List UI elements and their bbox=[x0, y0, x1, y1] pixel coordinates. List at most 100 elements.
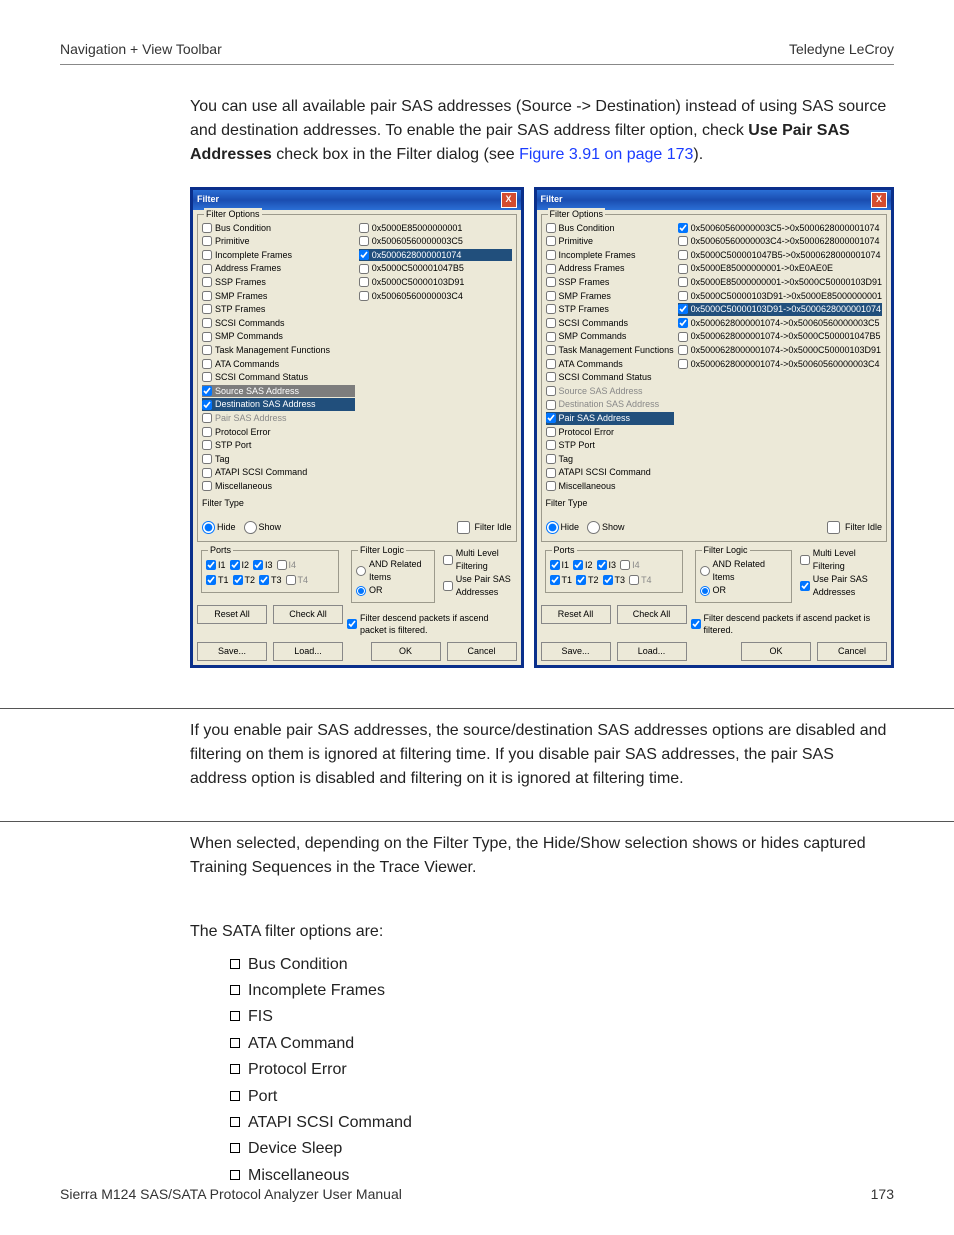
filter-option-item[interactable]: SMP Commands bbox=[202, 330, 355, 343]
port-checkbox[interactable]: I1 bbox=[206, 559, 226, 572]
filter-logic-and[interactable]: AND Related Items bbox=[700, 558, 787, 583]
filter-option-item[interactable]: SCSI Command Status bbox=[202, 371, 355, 384]
port-checkbox[interactable]: T3 bbox=[603, 574, 626, 587]
filter-option-item[interactable]: ATA Commands bbox=[546, 358, 674, 371]
filter-descend-checkbox[interactable]: Filter descend packets if ascend packet … bbox=[347, 612, 517, 637]
multi-level-filtering-checkbox[interactable]: Multi Level Filtering bbox=[443, 547, 517, 572]
filter-option-item[interactable]: SSP Frames bbox=[546, 276, 674, 289]
multi-level-filtering-checkbox[interactable]: Multi Level Filtering bbox=[800, 547, 887, 572]
filter-option-item[interactable]: Address Frames bbox=[202, 262, 355, 275]
load-button[interactable]: Load... bbox=[617, 642, 687, 661]
filter-option-item[interactable]: Protocol Error bbox=[202, 426, 355, 439]
address-item[interactable]: 0x5000E85000000001 bbox=[359, 222, 512, 235]
port-checkbox[interactable]: I3 bbox=[597, 559, 617, 572]
close-icon[interactable]: X bbox=[501, 192, 517, 208]
address-item[interactable]: 0x5000C50000103D91->0x5000E85000000001 bbox=[678, 290, 882, 303]
filter-option-item[interactable]: STP Frames bbox=[546, 303, 674, 316]
address-item[interactable]: 0x50060560000003C5->0x5000628000001074 bbox=[678, 222, 882, 235]
filter-idle-checkbox[interactable]: Filter Idle bbox=[823, 518, 882, 537]
port-checkbox[interactable]: I4 bbox=[620, 559, 640, 572]
reset-all-button[interactable]: Reset All bbox=[197, 605, 267, 624]
address-item[interactable]: 0x5000628000001074->0x50060560000003C5 bbox=[678, 317, 882, 330]
port-checkbox[interactable]: T4 bbox=[629, 574, 652, 587]
port-checkbox[interactable]: T4 bbox=[286, 574, 309, 587]
filter-idle-checkbox[interactable]: Filter Idle bbox=[453, 518, 512, 537]
address-item[interactable]: 0x5000C500001047B5 bbox=[359, 262, 512, 275]
figure-xref[interactable]: Figure 3.91 on page 173 bbox=[519, 146, 693, 163]
address-item[interactable]: 0x5000C50000103D91->0x5000628000001074 bbox=[678, 303, 882, 316]
filter-option-item[interactable]: SMP Frames bbox=[546, 290, 674, 303]
filter-logic-or[interactable]: OR bbox=[700, 584, 787, 597]
address-item[interactable]: 0x5000628000001074->0x5000C50000103D91 bbox=[678, 344, 882, 357]
reset-all-button[interactable]: Reset All bbox=[541, 605, 611, 624]
filter-option-item[interactable]: SMP Frames bbox=[202, 290, 355, 303]
filter-option-item[interactable]: ATAPI SCSI Command bbox=[202, 466, 355, 479]
filter-option-item[interactable]: Tag bbox=[202, 453, 355, 466]
close-icon[interactable]: X bbox=[871, 192, 887, 208]
address-item[interactable]: 0x5000C50000103D91 bbox=[359, 276, 512, 289]
filter-type-hide[interactable]: Hide bbox=[546, 521, 580, 534]
use-pair-sas-checkbox[interactable]: Use Pair SAS Addresses bbox=[443, 573, 517, 598]
use-pair-sas-checkbox[interactable]: Use Pair SAS Addresses bbox=[800, 573, 887, 598]
filter-option-item[interactable]: Bus Condition bbox=[202, 222, 355, 235]
filter-option-item[interactable]: SCSI Commands bbox=[546, 317, 674, 330]
port-checkbox[interactable]: I1 bbox=[550, 559, 570, 572]
filter-option-item[interactable]: Tag bbox=[546, 453, 674, 466]
filter-option-item[interactable]: Task Management Functions bbox=[546, 344, 674, 357]
filter-option-item[interactable]: Protocol Error bbox=[546, 426, 674, 439]
filter-descend-checkbox[interactable]: Filter descend packets if ascend packet … bbox=[691, 612, 887, 637]
filter-option-item[interactable]: Miscellaneous bbox=[202, 480, 355, 493]
port-checkbox[interactable]: I2 bbox=[573, 559, 593, 572]
filter-option-item[interactable]: Primitive bbox=[546, 235, 674, 248]
filter-option-item[interactable]: Pair SAS Address bbox=[202, 412, 355, 425]
filter-logic-or[interactable]: OR bbox=[356, 584, 430, 597]
cancel-button[interactable]: Cancel bbox=[447, 642, 517, 661]
ok-button[interactable]: OK bbox=[371, 642, 441, 661]
address-item[interactable]: 0x5000628000001074 bbox=[359, 249, 512, 262]
address-item[interactable]: 0x5000E85000000001->0xE0AE0E bbox=[678, 262, 882, 275]
filter-option-item[interactable]: Incomplete Frames bbox=[202, 249, 355, 262]
port-checkbox[interactable]: I2 bbox=[230, 559, 250, 572]
filter-option-item[interactable]: Bus Condition bbox=[546, 222, 674, 235]
save-button[interactable]: Save... bbox=[197, 642, 267, 661]
address-item[interactable]: 0x5000E85000000001->0x5000C50000103D91 bbox=[678, 276, 882, 289]
filter-option-item[interactable]: Miscellaneous bbox=[546, 480, 674, 493]
port-checkbox[interactable]: T1 bbox=[206, 574, 229, 587]
address-item[interactable]: 0x50060560000003C4 bbox=[359, 290, 512, 303]
port-checkbox[interactable]: T2 bbox=[233, 574, 256, 587]
filter-option-item[interactable]: ATA Commands bbox=[202, 358, 355, 371]
filter-option-item[interactable]: STP Frames bbox=[202, 303, 355, 316]
filter-type-show[interactable]: Show bbox=[244, 521, 282, 534]
filter-option-item[interactable]: SMP Commands bbox=[546, 330, 674, 343]
filter-option-item[interactable]: Incomplete Frames bbox=[546, 249, 674, 262]
ok-button[interactable]: OK bbox=[741, 642, 811, 661]
port-checkbox[interactable]: I3 bbox=[253, 559, 273, 572]
filter-option-item[interactable]: ATAPI SCSI Command bbox=[546, 466, 674, 479]
check-all-button[interactable]: Check All bbox=[617, 605, 687, 624]
cancel-button[interactable]: Cancel bbox=[817, 642, 887, 661]
port-checkbox[interactable]: T1 bbox=[550, 574, 573, 587]
address-item[interactable]: 0x50060560000003C5 bbox=[359, 235, 512, 248]
filter-option-item[interactable]: SSP Frames bbox=[202, 276, 355, 289]
filter-type-show[interactable]: Show bbox=[587, 521, 625, 534]
address-item[interactable]: 0x50060560000003C4->0x5000628000001074 bbox=[678, 235, 882, 248]
address-item[interactable]: 0x5000C500001047B5->0x5000628000001074 bbox=[678, 249, 882, 262]
filter-logic-and[interactable]: AND Related Items bbox=[356, 558, 430, 583]
filter-type-hide[interactable]: Hide bbox=[202, 521, 236, 534]
filter-option-item[interactable]: Destination SAS Address bbox=[546, 398, 674, 411]
filter-option-item[interactable]: Pair SAS Address bbox=[546, 412, 674, 425]
save-button[interactable]: Save... bbox=[541, 642, 611, 661]
filter-option-item[interactable]: STP Port bbox=[546, 439, 674, 452]
filter-option-item[interactable]: Source SAS Address bbox=[202, 385, 355, 398]
filter-option-item[interactable]: Task Management Functions bbox=[202, 344, 355, 357]
filter-option-item[interactable]: SCSI Command Status bbox=[546, 371, 674, 384]
check-all-button[interactable]: Check All bbox=[273, 605, 343, 624]
port-checkbox[interactable]: T2 bbox=[576, 574, 599, 587]
port-checkbox[interactable]: T3 bbox=[259, 574, 282, 587]
filter-option-item[interactable]: SCSI Commands bbox=[202, 317, 355, 330]
address-item[interactable]: 0x5000628000001074->0x50060560000003C4 bbox=[678, 358, 882, 371]
filter-option-item[interactable]: Source SAS Address bbox=[546, 385, 674, 398]
filter-option-item[interactable]: Address Frames bbox=[546, 262, 674, 275]
filter-option-item[interactable]: Destination SAS Address bbox=[202, 398, 355, 411]
address-item[interactable]: 0x5000628000001074->0x5000C500001047B5 bbox=[678, 330, 882, 343]
